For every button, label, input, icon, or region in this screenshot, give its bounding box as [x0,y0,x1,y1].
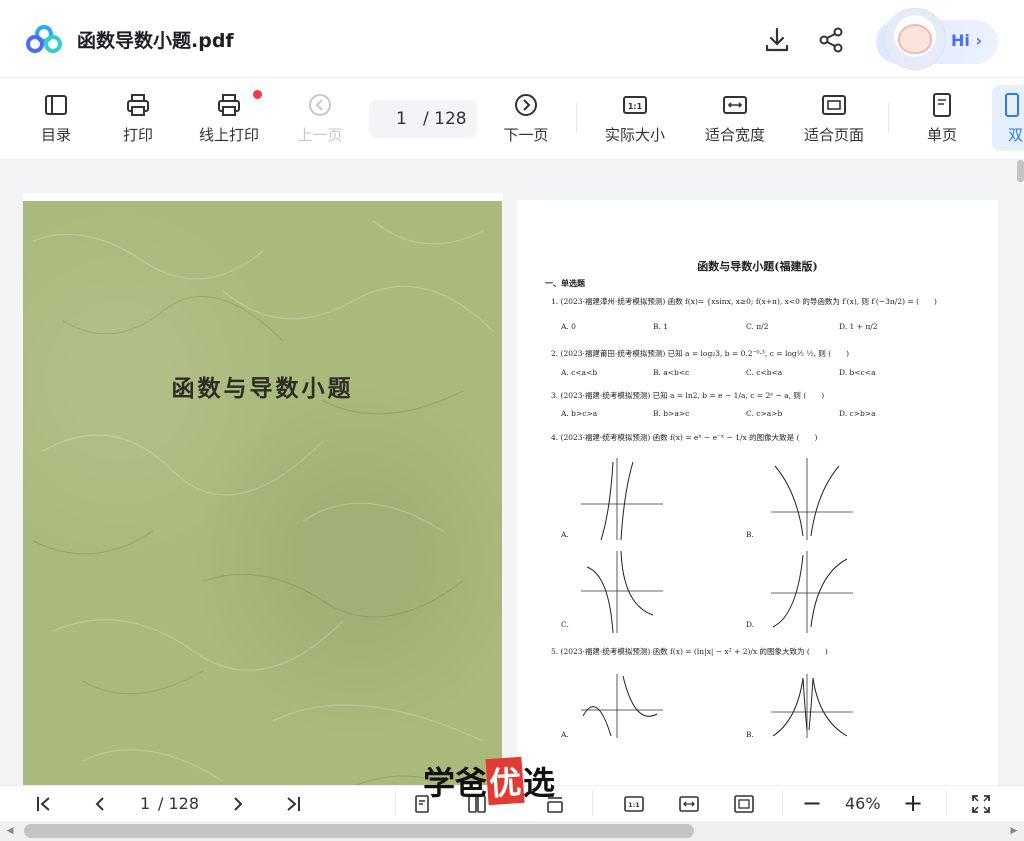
notification-dot [253,90,262,99]
fit-width-icon [723,96,747,114]
cover-title: 函数与导数小题 [171,375,354,402]
scroll-right-icon[interactable]: ▶ [1008,824,1020,838]
scroll-left-icon[interactable]: ◀ [4,824,16,838]
single-page-button[interactable]: 单页 [912,78,972,160]
prev-page-small-icon[interactable] [90,794,110,814]
option: A. [561,530,569,539]
zoom-out-button[interactable]: − [802,789,822,817]
option: D. 1 + π/2 [839,322,878,331]
graph-d [771,551,853,633]
document-title: 函数导数小题.pdf [77,30,234,52]
print-icon [127,94,149,116]
bottom-divider [592,790,593,816]
section-heading: 一、单选题 [545,278,585,288]
next-page-icon [515,94,537,116]
share-icon[interactable] [817,26,845,54]
fit-page-icon [822,95,846,115]
option: D. c>b>a [839,409,876,418]
watermark-text: 学爸 [423,764,488,802]
bottom-divider [395,790,396,816]
option: D. [746,620,755,629]
graph-5b [771,674,853,738]
fit-page-button[interactable]: 适合页面 [795,78,873,160]
watermark-highlight: 优 [485,756,525,806]
bottom-total-pages: / 128 [158,794,200,813]
option: A. [561,730,569,739]
zoom-level[interactable]: 46% [845,794,881,813]
download-icon[interactable] [763,26,791,54]
actual-size-small-icon[interactable]: 1:1 [624,794,644,814]
option: B. b>a>c [653,409,690,418]
option: C. c<b<a [746,368,783,377]
toolbar: 目录 打印 线上打印 上一页 下一页 1:1 实际大小 适合宽度 适合页面 单页… [0,78,1024,160]
question-4: 4. (2023·福建·统考模拟预测) 函数 f(x) = eˣ − e⁻ˣ −… [551,433,818,442]
page-1-cover: 函数与导数小题 [23,193,503,801]
option: B. [746,530,754,539]
option: A. 0 [561,322,576,331]
pdf-viewer-app: 函数导数小题.pdf Hi › 目录 打印 线上打印 上一页 下一页 1:1 实… [0,0,1024,841]
toc-button[interactable]: 目录 [26,78,86,160]
next-page-small-icon[interactable] [228,794,248,814]
title-bar: 函数导数小题.pdf Hi › [0,0,1024,78]
current-page[interactable]: 1 [396,100,407,138]
toolbar-divider [576,103,577,133]
graph-b [771,458,853,540]
total-pages: / 128 [423,109,467,129]
cover-texture-pattern [32,220,494,792]
option: C. [561,620,569,629]
fit-width-button[interactable]: 适合宽度 [696,78,774,160]
print-button[interactable]: 打印 [108,78,168,160]
fit-width-small-icon[interactable] [679,794,699,814]
first-page-icon[interactable] [34,794,54,814]
option: C. π/2 [746,322,769,331]
toolbar-divider [888,103,889,133]
next-page-button[interactable]: 下一页 [496,78,556,160]
page-2-sheet: 函数与导数小题(福建版) 一、单选题 1. (2023·福建漳州·统考模拟预测)… [517,200,998,790]
cover-texture: 函数与导数小题 [23,201,502,801]
question-3: 3. (2023·福建·统考模拟预测) 已知 a = ln2, b = e − … [551,391,825,400]
horizontal-scrollbar-thumb[interactable] [24,824,694,838]
watermark-text: 选 [523,764,556,802]
bottom-divider [946,790,947,816]
bottom-current-page[interactable]: 1 [140,794,150,813]
prev-page-button[interactable]: 上一页 [290,78,350,160]
last-page-icon[interactable] [283,794,303,814]
cloud-logo-icon[interactable] [26,25,62,53]
graph-c [581,550,663,634]
option: B. [746,730,754,739]
svg-text:1:1: 1:1 [628,801,640,809]
bottom-divider [782,790,783,816]
double-page-icon [1005,93,1019,117]
question-5: 5. (2023·福建·统考模拟预测) 函数 f(x) = (ln|x| − x… [551,647,828,656]
option: A. c<a<b [561,368,598,377]
document-viewport[interactable]: 函数与导数小题 函数与导数小题(福建版) 一、单选题 1. (2023·福建漳州… [0,160,1024,801]
double-page-button[interactable]: 双 [992,78,1024,160]
question-2: 2. (2023·福建莆田·统考模拟预测) 已知 a = log₂3, b = … [551,349,850,358]
actual-size-icon: 1:1 [623,96,647,114]
prev-page-icon [309,94,331,116]
toc-icon [45,95,67,115]
svg-text:1:1: 1:1 [628,102,643,111]
question-1: 1. (2023·福建漳州·统考模拟预测) 函数 f(x)= {xsinx, x… [551,297,937,306]
option: B. 1 [653,322,669,331]
option: C. c>a>b [746,409,783,418]
online-print-icon [218,94,240,116]
graph-a [581,458,663,541]
graph-5a [581,674,663,738]
option: B. a<b<c [653,368,690,377]
sheet-title: 函数与导数小题(福建版) [697,260,818,273]
fullscreen-icon[interactable] [971,794,991,814]
actual-size-button[interactable]: 1:1 实际大小 [596,78,674,160]
option: A. b>c>a [561,409,598,418]
avatar-face-icon [898,24,932,54]
fit-page-small-icon[interactable] [734,794,754,814]
option: D. b<c<a [839,368,876,377]
page-number-input[interactable]: 1 / 128 [369,100,477,138]
zoom-in-button[interactable]: + [903,789,923,817]
single-page-icon [933,93,951,117]
vertical-scrollbar[interactable] [1017,160,1024,182]
watermark-logo: 学爸优选 [423,756,556,806]
assistant-hi-label[interactable]: Hi › [951,31,982,50]
